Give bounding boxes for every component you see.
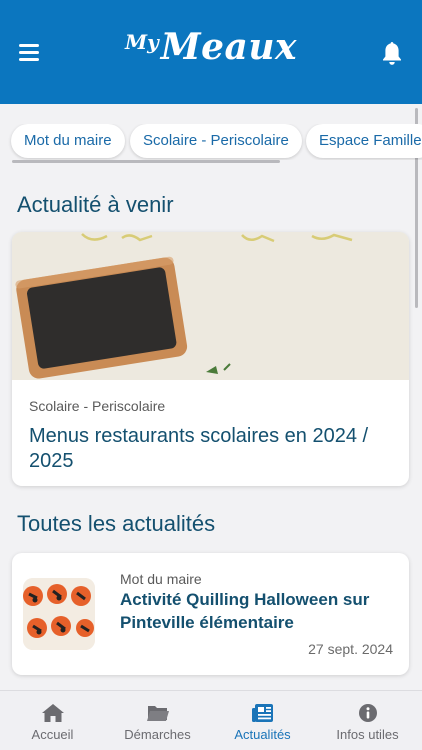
news-date: 27 sept. 2024 [308,641,393,657]
nav-demarches[interactable]: Démarches [105,691,210,750]
bottom-navigation: Accueil Démarches Actualités Infos utile… [0,690,422,750]
all-news-section-title: Toutes les actualités [17,511,216,536]
chip-mot-du-maire[interactable]: Mot du maire [11,124,125,158]
nav-infos-utiles[interactable]: Infos utiles [315,691,420,750]
news-title: Activité Quilling Halloween sur Pintevil… [120,590,370,632]
home-icon [41,704,64,722]
logo-city: Meaux [160,26,297,68]
nav-actualites[interactable]: Actualités [210,691,315,750]
upcoming-section-title: Actualité à venir [17,192,174,217]
newspaper-icon [251,704,273,722]
featured-category: Scolaire - Periscolaire [29,398,166,414]
nav-label-actualites: Actualités [234,727,291,742]
bell-icon[interactable] [380,40,404,66]
featured-title: Menus restaurants scolaires en 2024 / 20… [29,425,369,472]
nav-accueil[interactable]: Accueil [0,691,105,750]
folder-icon [146,706,169,721]
category-chips: Mot du maire Scolaire - Periscolaire Esp… [0,124,422,160]
news-category: Mot du maire [120,571,202,587]
nav-label-infos-utiles: Infos utiles [336,727,399,742]
chip-scolaire-periscolaire[interactable]: Scolaire - Periscolaire [130,124,302,158]
app-header: MyMeaux [0,0,422,104]
info-icon [358,704,377,722]
featured-news-card[interactable]: Scolaire - Periscolaire Menus restaurant… [12,232,409,486]
chalkboard-image [12,232,409,380]
nav-label-accueil: Accueil [31,727,74,742]
chip-espace-famille[interactable]: Espace Famille [306,124,422,158]
nav-label-demarches: Démarches [124,727,191,742]
app-logo: MyMeaux [0,26,422,68]
news-list-item[interactable]: Mot du maire Activité Quilling Halloween… [12,553,409,675]
logo-prefix: My [125,30,159,54]
chips-scroll-indicator[interactable] [12,160,280,163]
halloween-quilling-image [23,578,95,650]
